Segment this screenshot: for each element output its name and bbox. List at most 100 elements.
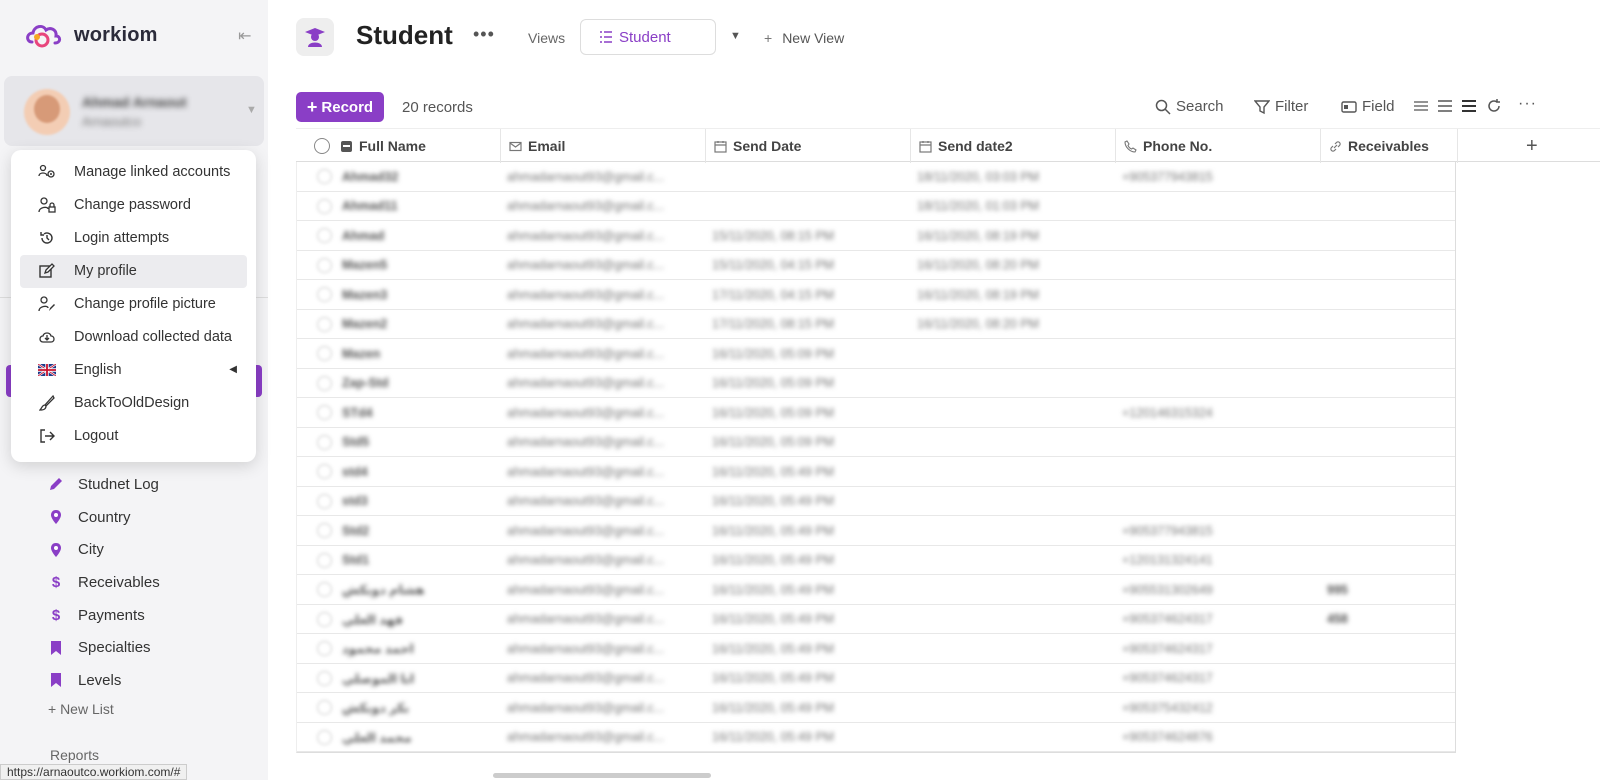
table-cell[interactable]: 16/11/2020, 05:49 PM [712,516,897,545]
row-checkbox[interactable] [317,523,332,538]
column-header-receivables[interactable]: Receivables [1321,129,1458,163]
table-row[interactable]: محمد العلي ahmadarnaout93@gmail.c... 16/11… [297,723,1455,752]
table-cell[interactable]: +120131324141 [1122,546,1307,575]
table-cell[interactable]: هشام دوبكش [342,575,492,604]
select-all-checkbox[interactable] [314,138,330,154]
table-row[interactable]: Std5 ahmadarnaout93@gmail.c... 16/11/2020,… [297,428,1455,457]
row-height-short-icon[interactable] [1413,98,1429,114]
table-cell[interactable]: ahmadarnaout93@gmail.c... [507,457,692,486]
table-cell[interactable] [1327,310,1447,339]
table-cell[interactable] [917,693,1102,722]
table-cell[interactable]: 458 [1327,605,1447,634]
table-cell[interactable] [917,457,1102,486]
table-row[interactable]: std4 ahmadarnaout93@gmail.c... 16/11/2020,… [297,457,1455,487]
menu-item-change-profile-picture[interactable]: Change profile picture [20,288,247,321]
row-checkbox[interactable] [317,169,332,184]
table-cell[interactable]: 16/11/2020, 05:49 PM [712,575,897,604]
table-cell[interactable] [917,634,1102,663]
table-cell[interactable] [917,605,1102,634]
table-cell[interactable]: std4 [342,457,492,486]
row-checkbox[interactable] [317,729,332,745]
view-dropdown-icon[interactable]: ▼ [730,30,741,42]
table-row[interactable]: Mazen5 ahmadarnaout93@gmail.c... 15/11/202… [297,251,1455,280]
table-cell[interactable]: 16/11/2020, 05:49 PM [712,664,897,693]
table-cell[interactable]: ahmadarnaout93@gmail.c... [507,516,692,545]
search-button[interactable]: Search [1155,98,1224,115]
table-row[interactable]: Zap-Std ahmadarnaout93@gmail.c... 16/11/20… [297,369,1455,398]
table-cell[interactable] [712,162,897,191]
table-cell[interactable] [1327,398,1447,427]
column-header-phone-no[interactable]: Phone No. [1116,129,1321,163]
table-cell[interactable]: 17/11/2020, 08:15 PM [712,310,897,339]
table-cell[interactable]: +905377943815 [1122,516,1307,545]
table-cell[interactable] [917,487,1102,516]
table-cell[interactable] [917,546,1102,575]
row-checkbox[interactable] [317,552,332,568]
table-cell[interactable]: 16/11/2020, 05:09 PM [712,339,897,368]
table-cell[interactable] [1327,487,1447,516]
row-height-tall-icon[interactable] [1461,98,1477,114]
column-header-full-name[interactable]: Full Name [296,129,501,163]
table-cell[interactable] [1327,664,1447,693]
column-header-send-date2[interactable]: Send date2 [911,129,1116,163]
horizontal-scrollbar[interactable] [493,773,711,778]
table-cell[interactable]: 16/11/2020, 05:49 PM [712,693,897,722]
table-cell[interactable]: 16/11/2020, 08:20 PM [917,310,1102,339]
table-cell[interactable] [1122,457,1307,486]
add-column-button[interactable]: + [1526,135,1538,158]
table-cell[interactable]: ahmadarnaout93@gmail.c... [507,487,692,516]
collapse-sidebar-icon[interactable]: ⇤ [238,26,251,46]
column-header-send-date[interactable]: Send Date [706,129,911,163]
table-cell[interactable]: STd4 [342,398,492,427]
table-cell[interactable]: بكر دوبكش [342,693,492,722]
table-cell[interactable] [1327,634,1447,663]
menu-item-download-collected-data[interactable]: Download collected data [20,320,247,353]
sidebar-item-levels[interactable]: Levels [48,664,160,697]
table-cell[interactable]: 16/11/2020, 08:19 PM [917,280,1102,309]
row-checkbox[interactable] [317,700,332,715]
table-cell[interactable] [1327,192,1447,221]
table-cell[interactable]: +905375432412 [1122,693,1307,722]
table-cell[interactable]: 16/11/2020, 05:09 PM [712,398,897,427]
menu-item-my-profile[interactable]: My profile [20,254,247,288]
table-cell[interactable]: Mazen [342,339,492,368]
table-cell[interactable]: ahmadarnaout93@gmail.c... [507,693,692,722]
table-cell[interactable]: +905374624317 [1122,664,1307,693]
table-cell[interactable]: ahmadarnaout93@gmail.c... [507,634,692,663]
table-row[interactable]: Ahmad11 ahmadarnaout93@gmail.c... 18/11/20… [297,192,1455,221]
table-cell[interactable] [1327,428,1447,457]
table-cell[interactable]: 17/11/2020, 04:15 PM [712,280,897,309]
table-cell[interactable] [917,664,1102,693]
sidebar-item-receivables[interactable]: $ Receivables [48,566,160,599]
table-cell[interactable]: احمد محمود [342,634,492,663]
table-cell[interactable] [1327,369,1447,398]
menu-item-manage-linked-accounts[interactable]: Manage linked accounts [20,156,247,189]
reports-section-label[interactable]: Reports [50,747,99,763]
table-cell[interactable]: ahmadarnaout93@gmail.c... [507,575,692,604]
more-options-icon[interactable]: ••• [473,24,495,45]
table-cell[interactable]: 16/11/2020, 05:09 PM [712,428,897,457]
sidebar-item-country[interactable]: Country [48,501,160,534]
table-cell[interactable]: 16/11/2020, 05:49 PM [712,457,897,486]
table-cell[interactable] [1327,723,1447,752]
menu-item-back-to-old-design[interactable]: BackToOldDesign [20,386,247,419]
table-row[interactable]: Ahmad ahmadarnaout93@gmail.c... 15/11/2020… [297,221,1455,251]
table-cell[interactable]: 995 [1327,575,1447,604]
menu-item-logout[interactable]: Logout [20,419,247,452]
table-cell[interactable]: 16/11/2020, 08:19 PM [917,221,1102,250]
new-list-button[interactable]: + New List [48,701,114,717]
table-cell[interactable]: +905377943815 [1122,162,1307,191]
table-cell[interactable]: Std1 [342,546,492,575]
row-checkbox[interactable] [317,316,332,332]
table-cell[interactable] [1327,546,1447,575]
views-label[interactable]: Views [528,30,565,46]
table-cell[interactable]: ahmadarnaout93@gmail.c... [507,428,692,457]
table-cell[interactable]: Mazen5 [342,251,492,280]
user-card[interactable]: Ahmad Arnaout Arnaoutco ▼ [4,76,264,146]
row-checkbox[interactable] [317,641,332,656]
row-checkbox[interactable] [317,346,332,361]
view-tab-student[interactable]: Student [580,19,716,55]
table-cell[interactable]: +120146315324 [1122,398,1307,427]
new-view-button[interactable]: + New View [764,30,844,46]
table-row[interactable]: فهد العلي ahmadarnaout93@gmail.c... 16/11/… [297,605,1455,634]
